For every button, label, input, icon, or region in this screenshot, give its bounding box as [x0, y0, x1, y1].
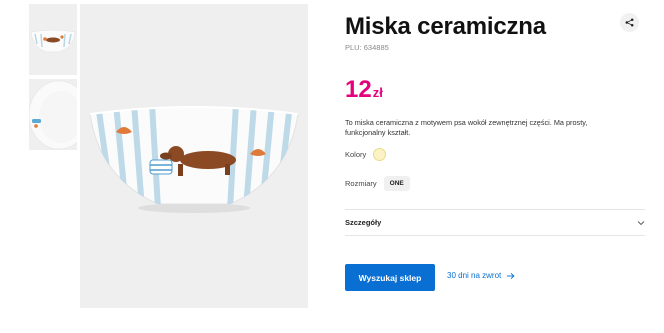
thumbnail-bowl-front[interactable] — [29, 4, 77, 75]
product-title: Miska ceramiczna — [345, 13, 546, 40]
main-product-image — [80, 4, 308, 308]
sizes-label: Rozmiary — [345, 179, 377, 188]
return-link-label: 30 dni na zwrot — [447, 271, 502, 280]
thumbnail-list — [29, 4, 77, 154]
share-icon — [625, 18, 634, 27]
find-store-button[interactable]: Wyszukaj sklep — [345, 264, 435, 291]
share-button[interactable] — [620, 13, 639, 32]
details-accordion[interactable]: Szczegóły — [345, 210, 645, 235]
price-currency: zł — [372, 85, 383, 100]
color-swatch[interactable] — [373, 148, 387, 161]
colors-row: Kolory — [345, 148, 387, 161]
product-price: 12zł — [345, 76, 383, 104]
arrow-right-icon — [507, 272, 515, 279]
ceramic-bowl-image — [80, 4, 308, 308]
bowl-top-thumbnail-image — [29, 79, 77, 150]
chevron-down-icon — [637, 220, 645, 225]
bowl-thumbnail-image — [29, 4, 77, 75]
product-panel: Miska ceramiczna PLU: 634885 12zł To mis… — [345, 0, 645, 333]
return-policy-link[interactable]: 30 dni na zwrot — [447, 271, 515, 280]
product-plu: PLU: 634885 — [345, 43, 389, 52]
colors-label: Kolory — [345, 150, 367, 159]
details-label: Szczegóły — [345, 218, 382, 227]
product-description: To miska ceramiczna z motywem psa wokół … — [345, 118, 588, 137]
sizes-row: Rozmiary ONE — [345, 176, 410, 191]
price-amount: 12 — [345, 76, 372, 103]
size-option[interactable]: ONE — [383, 176, 410, 191]
thumbnail-bowl-top[interactable] — [29, 79, 77, 150]
divider-bottom — [345, 235, 645, 236]
